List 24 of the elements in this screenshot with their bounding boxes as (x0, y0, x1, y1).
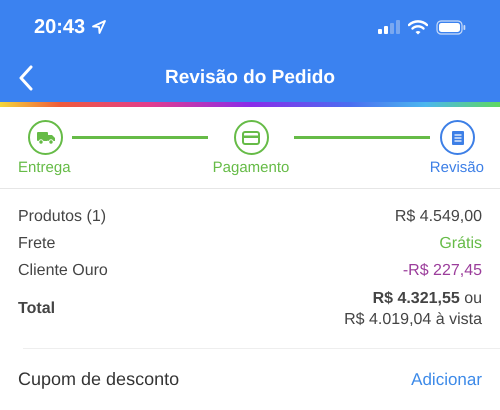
summary-label: Produtos (1) (18, 208, 106, 226)
page-title: Revisão do Pedido (165, 67, 335, 89)
receipt-icon (450, 130, 464, 146)
credit-card-icon (242, 130, 260, 144)
total-label: Total (18, 300, 56, 318)
wifi-icon (408, 20, 428, 34)
summary-value: Grátis (439, 234, 482, 252)
summary-label: Cliente Ouro (18, 262, 108, 280)
cash-price: R$ 4.019,04 à vista (344, 310, 482, 330)
step-label: Revisão (430, 159, 484, 176)
truck-icon (36, 130, 54, 144)
total-value: R$ 4.321,55 ou (372, 289, 482, 309)
battery-icon (436, 20, 466, 34)
step-label: Pagamento (212, 159, 290, 176)
signal-icon (378, 20, 400, 34)
step-label: Entrega (18, 159, 71, 176)
add-coupon-link[interactable]: Adicionar (411, 370, 482, 390)
back-button[interactable] (18, 65, 34, 91)
location-arrow-icon (91, 19, 108, 35)
status-time: 20:43 (34, 16, 86, 38)
summary-label: Frete (18, 234, 56, 252)
summary-value: -R$ 227,45 (402, 262, 482, 280)
summary-value: R$ 4.549,00 (394, 208, 482, 226)
coupon-label: Cupom de desconto (18, 369, 180, 390)
